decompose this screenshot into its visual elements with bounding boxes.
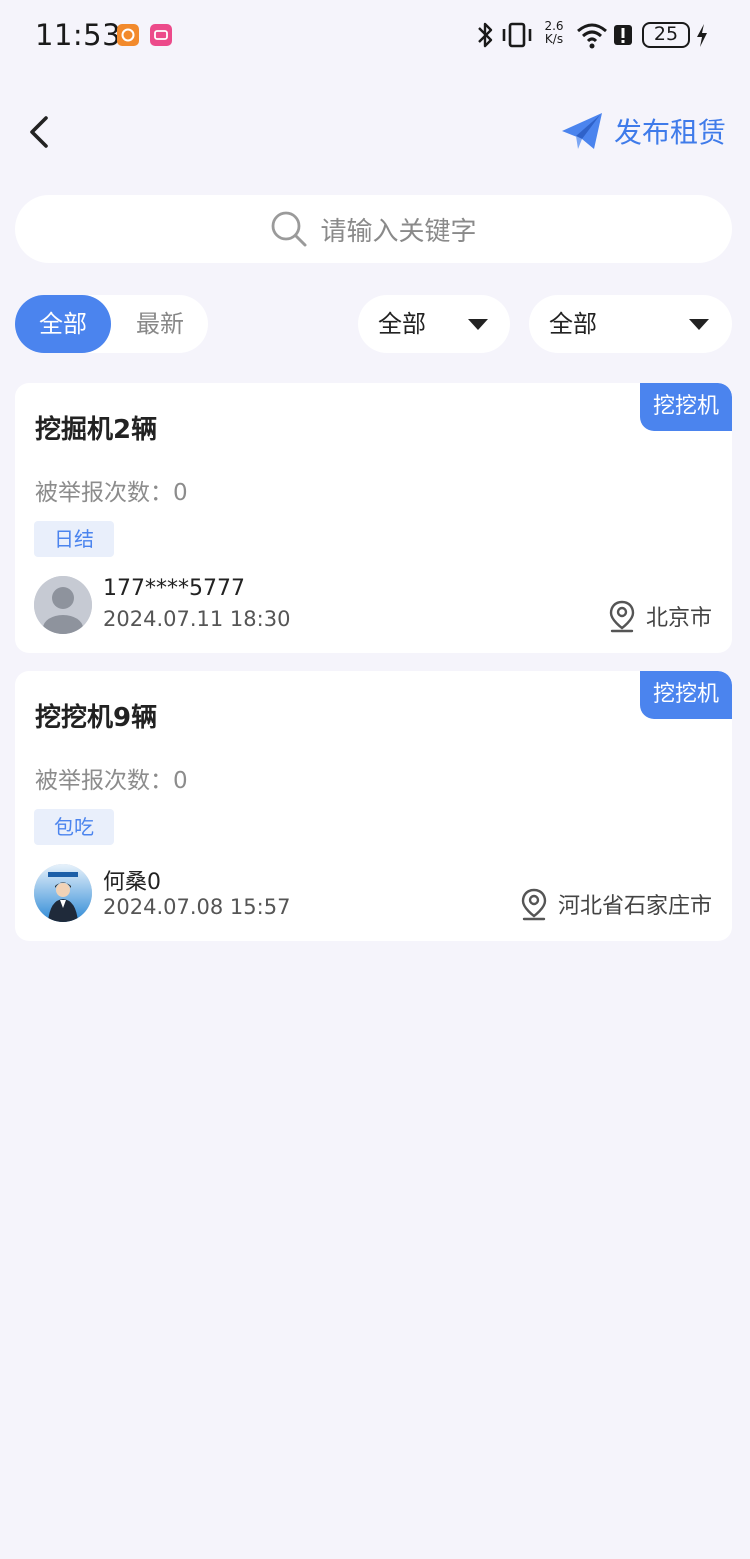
post-time: 2024.07.08 15:57	[103, 895, 291, 919]
payment-label: 日结	[34, 521, 114, 557]
chevron-left-icon	[30, 116, 48, 148]
type-filter-dropdown[interactable]: 全部	[358, 295, 510, 353]
app-notification-icon	[117, 24, 139, 46]
net-speed-unit: K/s	[544, 32, 564, 46]
location-text: 河北省石家庄市	[557, 894, 712, 919]
wifi-icon	[577, 23, 607, 49]
user-photo-avatar	[34, 864, 92, 922]
caret-down-icon	[689, 319, 709, 330]
location-pin-icon	[609, 600, 635, 633]
search-bar[interactable]: 请输入关键字	[15, 195, 732, 263]
category-tag: 挖挖机	[640, 383, 732, 431]
status-bar: 11:53 2.6 K/s 25	[0, 0, 750, 70]
caret-down-icon	[468, 319, 488, 330]
segment-latest[interactable]: 最新	[112, 295, 208, 353]
listing-title: 挖掘机2辆	[35, 415, 158, 445]
listing-card[interactable]: 挖挖机 挖挖机9辆 被举报次数：0 包吃 何桑0 2024.07.08 15:5…	[15, 671, 732, 941]
battery-indicator: 25	[642, 22, 690, 48]
vibrate-icon	[502, 22, 532, 48]
app-notification-icon	[150, 24, 172, 46]
post-time: 2024.07.11 18:30	[103, 607, 291, 631]
report-count: 被举报次数：0	[35, 480, 188, 506]
segment-all[interactable]: 全部	[15, 295, 111, 353]
search-icon	[272, 211, 307, 247]
meal-label: 包吃	[34, 809, 114, 845]
sort-segmented-control: 全部 最新	[15, 295, 208, 353]
location-text: 北京市	[645, 606, 712, 631]
listing-title: 挖挖机9辆	[35, 703, 158, 733]
net-speed: 2.6 K/s	[541, 20, 567, 46]
region-filter-value: 全部	[549, 310, 597, 338]
listing-card[interactable]: 挖挖机 挖掘机2辆 被举报次数：0 日结 177****5777 2024.07…	[15, 383, 732, 653]
location-pin-icon	[521, 888, 547, 921]
location: 河北省石家庄市	[520, 887, 712, 921]
charging-icon	[697, 24, 707, 47]
search-placeholder: 请输入关键字	[320, 216, 477, 247]
alert-icon	[614, 25, 632, 45]
status-time: 11:53	[35, 18, 122, 52]
location: 北京市	[608, 599, 712, 633]
region-filter-dropdown[interactable]: 全部	[529, 295, 732, 353]
category-tag: 挖挖机	[640, 671, 732, 719]
type-filter-value: 全部	[378, 310, 426, 338]
user-name: 177****5777	[103, 576, 245, 601]
report-count: 被举报次数：0	[35, 768, 188, 794]
avatar	[34, 864, 92, 922]
user-name: 何桑0	[103, 870, 161, 895]
publish-rental-label: 发布租赁	[614, 116, 727, 149]
publish-rental-button[interactable]: 发布租赁	[560, 108, 726, 154]
default-avatar-icon	[34, 576, 92, 634]
avatar	[34, 576, 92, 634]
page: 11:53 2.6 K/s 25 发布租赁 请输入关键字 全部 最新 全部 全部…	[0, 0, 750, 1559]
back-button[interactable]	[22, 110, 62, 154]
bluetooth-icon	[478, 22, 493, 48]
paper-plane-icon	[562, 113, 602, 149]
